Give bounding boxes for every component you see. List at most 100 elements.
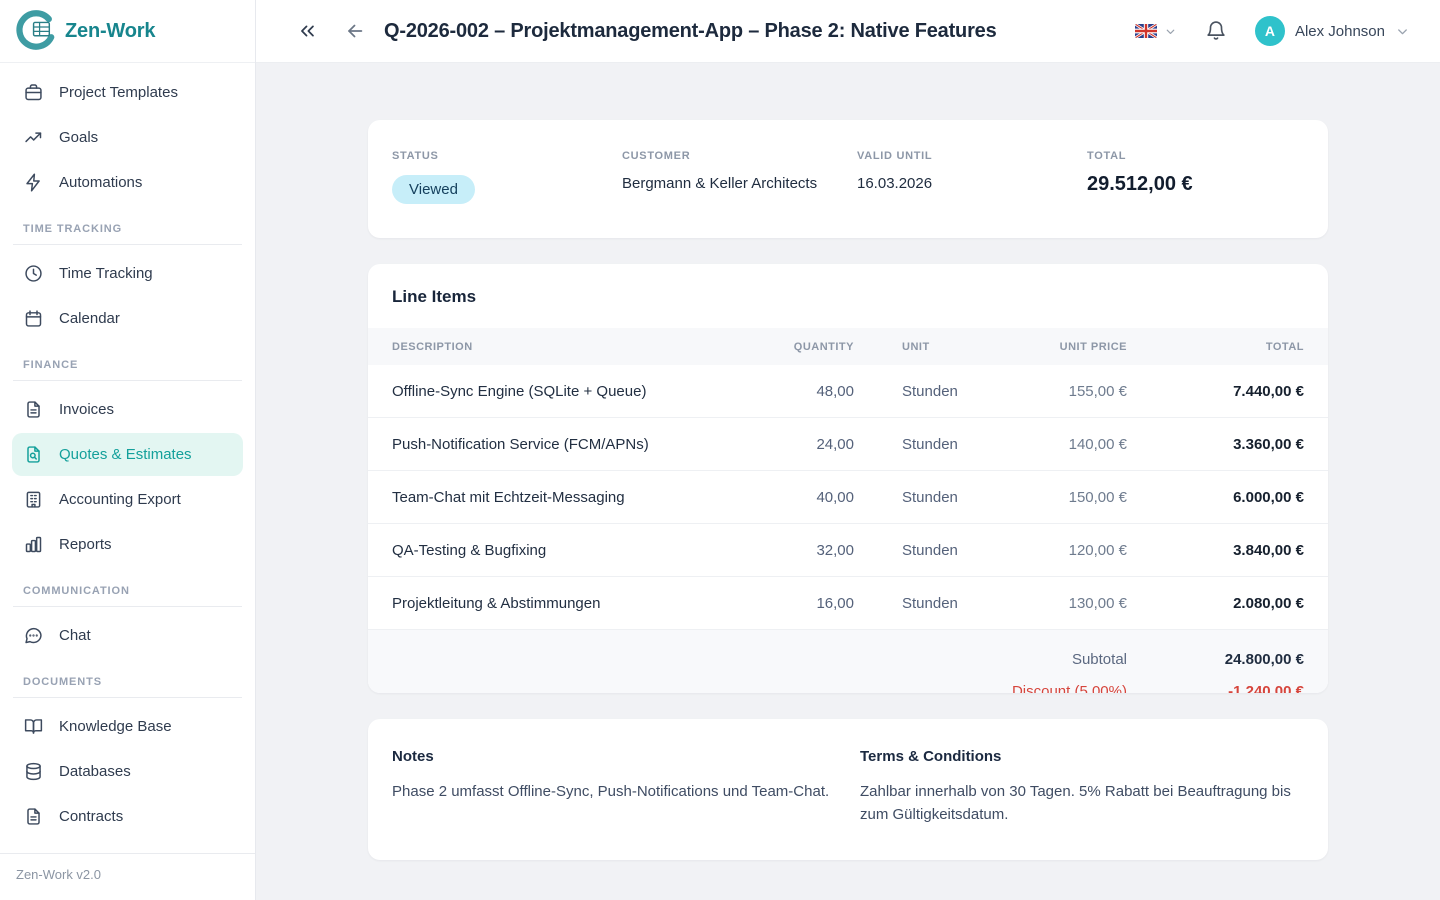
discount-label: Discount (5.00%) bbox=[392, 683, 1127, 693]
item-unit-price: 155,00 € bbox=[1004, 383, 1127, 400]
item-description: Team-Chat mit Echtzeit-Messaging bbox=[392, 489, 762, 506]
topbar: Q-2026-002 – Projektmanagement-App – Pha… bbox=[256, 0, 1440, 63]
valid-until-label: VALID UNTIL bbox=[857, 150, 1087, 162]
database-icon bbox=[23, 761, 44, 782]
table-header-row: DESCRIPTION QUANTITY UNIT UNIT PRICE TOT… bbox=[368, 328, 1328, 365]
sidebar-section-finance: FINANCE bbox=[12, 342, 243, 380]
sidebar-item-chat[interactable]: Chat bbox=[12, 614, 243, 657]
sidebar-item-label: Invoices bbox=[59, 401, 114, 418]
sidebar-item-label: Reports bbox=[59, 536, 112, 553]
back-button[interactable] bbox=[340, 16, 370, 46]
column-header-total: TOTAL bbox=[1127, 341, 1304, 353]
bell-icon bbox=[1205, 20, 1227, 42]
divider bbox=[13, 380, 242, 381]
notes-section: Notes Phase 2 umfasst Offline-Sync, Push… bbox=[392, 748, 860, 827]
table-row: Projektleitung & Abstimmungen 16,00 Stun… bbox=[368, 577, 1328, 630]
sidebar-item-reports[interactable]: Reports bbox=[12, 523, 243, 566]
subtotal-value: 24.800,00 € bbox=[1127, 651, 1304, 668]
app-title: Zen-Work bbox=[65, 20, 155, 43]
table-row: QA-Testing & Bugfixing 32,00 Stunden 120… bbox=[368, 524, 1328, 577]
sidebar-item-label: Chat bbox=[59, 627, 91, 644]
terms-title: Terms & Conditions bbox=[860, 748, 1304, 765]
item-quantity: 32,00 bbox=[762, 542, 854, 559]
chevron-down-icon bbox=[1395, 24, 1410, 39]
sidebar-item-calendar[interactable]: Calendar bbox=[12, 297, 243, 340]
sidebar: Zen-Work Project Templates Goals Automat… bbox=[0, 0, 256, 900]
language-selector[interactable] bbox=[1135, 24, 1177, 38]
avatar: A bbox=[1255, 16, 1285, 46]
collapse-sidebar-button[interactable] bbox=[292, 16, 322, 46]
valid-until-field: VALID UNTIL 16.03.2026 bbox=[857, 150, 1087, 204]
sidebar-item-label: Accounting Export bbox=[59, 491, 181, 508]
chat-bubble-icon bbox=[23, 625, 44, 646]
sidebar-section-communication: COMMUNICATION bbox=[12, 568, 243, 606]
line-items-title: Line Items bbox=[368, 264, 1328, 328]
sidebar-item-label: Knowledge Base bbox=[59, 718, 172, 735]
sidebar-item-label: Automations bbox=[59, 174, 142, 191]
file-text-icon bbox=[23, 399, 44, 420]
item-description: QA-Testing & Bugfixing bbox=[392, 542, 762, 559]
sidebar-item-time-tracking[interactable]: Time Tracking bbox=[12, 252, 243, 295]
item-unit: Stunden bbox=[854, 436, 1004, 453]
app-logo[interactable]: Zen-Work bbox=[0, 0, 255, 63]
item-total: 2.080,00 € bbox=[1127, 595, 1304, 612]
terms-section: Terms & Conditions Zahlbar innerhalb von… bbox=[860, 748, 1304, 827]
sidebar-nav[interactable]: Project Templates Goals Automations TIME… bbox=[0, 63, 255, 853]
sidebar-item-knowledge-base[interactable]: Knowledge Base bbox=[12, 705, 243, 748]
status-badge: Viewed bbox=[392, 175, 475, 204]
notifications-button[interactable] bbox=[1201, 16, 1231, 46]
total-value: 29.512,00 € bbox=[1087, 173, 1304, 196]
zap-icon bbox=[23, 172, 44, 193]
table-row: Team-Chat mit Echtzeit-Messaging 40,00 S… bbox=[368, 471, 1328, 524]
subtotal-label: Subtotal bbox=[392, 651, 1127, 668]
arrow-left-icon bbox=[344, 20, 366, 42]
item-total: 3.840,00 € bbox=[1127, 542, 1304, 559]
column-header-unit-price: UNIT PRICE bbox=[1004, 341, 1127, 353]
item-unit-price: 130,00 € bbox=[1004, 595, 1127, 612]
sidebar-item-project-templates[interactable]: Project Templates bbox=[12, 71, 243, 114]
briefcase-icon bbox=[23, 82, 44, 103]
quote-detail-content[interactable]: STATUS Viewed CUSTOMER Bergmann & Keller… bbox=[256, 63, 1440, 900]
valid-until-value: 16.03.2026 bbox=[857, 175, 1087, 192]
notes-terms-card: Notes Phase 2 umfasst Offline-Sync, Push… bbox=[368, 719, 1328, 861]
sidebar-item-accounting-export[interactable]: Accounting Export bbox=[12, 478, 243, 521]
item-quantity: 24,00 bbox=[762, 436, 854, 453]
item-unit: Stunden bbox=[854, 542, 1004, 559]
clock-icon bbox=[23, 263, 44, 284]
item-unit-price: 140,00 € bbox=[1004, 436, 1127, 453]
item-unit: Stunden bbox=[854, 595, 1004, 612]
user-menu[interactable]: A Alex Johnson bbox=[1255, 16, 1410, 46]
item-unit: Stunden bbox=[854, 383, 1004, 400]
item-description: Projektleitung & Abstimmungen bbox=[392, 595, 762, 612]
summary-section: Subtotal 24.800,00 € Discount (5.00%) -1… bbox=[368, 630, 1328, 693]
column-header-quantity: QUANTITY bbox=[762, 341, 854, 353]
sidebar-item-invoices[interactable]: Invoices bbox=[12, 388, 243, 431]
calendar-icon bbox=[23, 308, 44, 329]
table-row: Push-Notification Service (FCM/APNs) 24,… bbox=[368, 418, 1328, 471]
sidebar-section-time-tracking: TIME TRACKING bbox=[12, 206, 243, 244]
building-icon bbox=[23, 489, 44, 510]
sidebar-item-label: Calendar bbox=[59, 310, 120, 327]
item-total: 3.360,00 € bbox=[1127, 436, 1304, 453]
line-items-card: Line Items DESCRIPTION QUANTITY UNIT UNI… bbox=[368, 264, 1328, 693]
item-unit-price: 150,00 € bbox=[1004, 489, 1127, 506]
item-quantity: 16,00 bbox=[762, 595, 854, 612]
file-search-icon bbox=[23, 444, 44, 465]
sidebar-item-quotes-estimates[interactable]: Quotes & Estimates bbox=[12, 433, 243, 476]
sidebar-section-documents: DOCUMENTS bbox=[12, 659, 243, 697]
divider bbox=[13, 606, 242, 607]
user-name: Alex Johnson bbox=[1295, 23, 1385, 40]
sidebar-item-contracts[interactable]: Contracts bbox=[12, 795, 243, 838]
book-open-icon bbox=[23, 716, 44, 737]
sidebar-item-goals[interactable]: Goals bbox=[12, 116, 243, 159]
notes-title: Notes bbox=[392, 748, 860, 765]
divider bbox=[13, 697, 242, 698]
item-description: Offline-Sync Engine (SQLite + Queue) bbox=[392, 383, 762, 400]
bar-chart-icon bbox=[23, 534, 44, 555]
sidebar-item-databases[interactable]: Databases bbox=[12, 750, 243, 793]
item-unit: Stunden bbox=[854, 489, 1004, 506]
trending-up-icon bbox=[23, 127, 44, 148]
sidebar-item-automations[interactable]: Automations bbox=[12, 161, 243, 204]
divider bbox=[13, 244, 242, 245]
sidebar-item-label: Project Templates bbox=[59, 84, 178, 101]
